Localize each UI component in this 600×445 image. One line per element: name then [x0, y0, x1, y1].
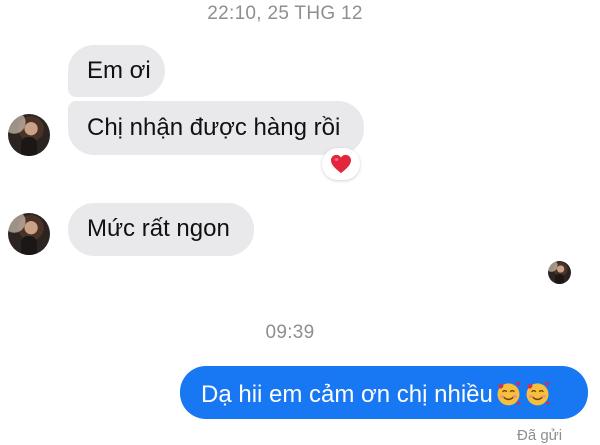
message-text: Chị nhận được hàng rồi — [87, 114, 341, 141]
timestamp: 09:39 — [265, 322, 315, 343]
smiling-face-with-hearts-icon — [497, 382, 521, 406]
incoming-message[interactable]: Chị nhận được hàng rồi — [68, 101, 364, 155]
smiling-face-with-hearts-icon — [526, 382, 550, 406]
message-text: Em ơi — [87, 57, 151, 84]
incoming-message[interactable]: Em ơi — [68, 45, 165, 97]
contact-avatar[interactable] — [8, 213, 50, 255]
incoming-message[interactable]: Mức rất ngon — [68, 203, 254, 256]
timestamp: 22:10, 25 THG 12 — [207, 3, 363, 24]
delivery-status: Đã gửi — [517, 427, 563, 444]
seen-avatar — [548, 261, 571, 284]
heart-icon — [331, 154, 351, 174]
message-text: Dạ hii em cảm ơn chị nhiều — [201, 381, 493, 408]
message-text: Mức rất ngon — [87, 215, 230, 242]
outgoing-message[interactable]: Dạ hii em cảm ơn chị nhiều — [180, 366, 588, 419]
message-reaction[interactable] — [322, 148, 360, 180]
contact-avatar[interactable] — [8, 114, 50, 156]
